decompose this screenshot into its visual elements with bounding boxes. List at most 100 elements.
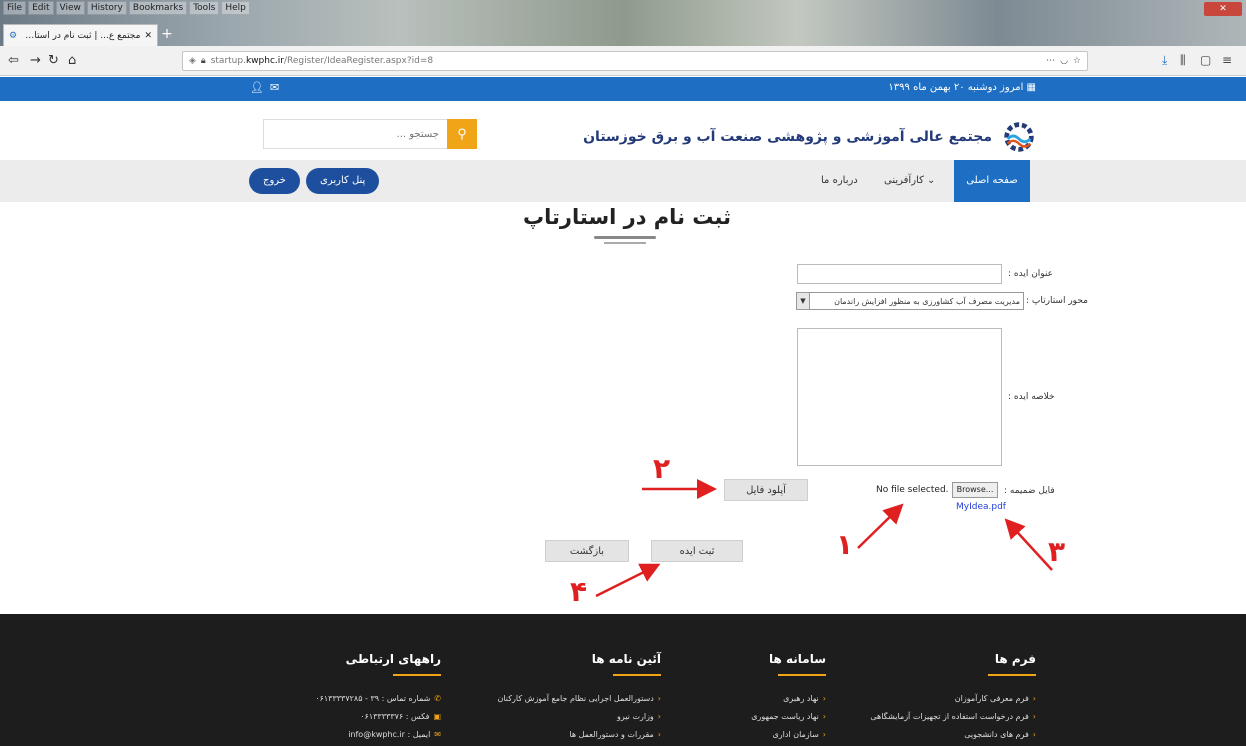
footer-phone: ✆شماره تماس : ۳۹ - ۰۶۱۳۳۳۳۷۲۸۵ xyxy=(315,694,441,703)
tab-close-icon[interactable]: ✕ xyxy=(144,31,152,41)
tab-title: مجتمع ع... | ثبت نام در استارتاپ xyxy=(21,30,141,41)
arrow-4 xyxy=(595,563,661,598)
footer-link[interactable]: ‹مقررات و دستورالعمل ها xyxy=(451,726,661,744)
browser-chrome: File Edit View History Bookmarks Tools H… xyxy=(0,0,1246,76)
tab-favicon-icon: ⚙ xyxy=(9,30,18,41)
footer-systems-title: سامانه ها xyxy=(768,652,826,666)
footer-link[interactable]: ‹وزارت نیرو xyxy=(451,708,661,726)
topbar-icons: 👤︎✉ xyxy=(250,81,285,94)
menu-tools[interactable]: Tools xyxy=(189,1,220,15)
footer-link[interactable]: ‹نهاد ریاست جمهوری xyxy=(676,708,826,726)
user-icon[interactable]: 👤︎ xyxy=(250,81,270,94)
footer-rules-title: آئین نامه ها xyxy=(591,652,661,666)
window-close-button[interactable]: ✕ xyxy=(1204,2,1242,16)
footer-email[interactable]: ✉ایمیل : info@kwphc.ir xyxy=(251,726,441,744)
annotation-number-1: ۱ xyxy=(836,528,854,561)
main-nav: صفحه اصلی کارآفرینی ⌄ درباره ما پنل کارب… xyxy=(0,160,1246,202)
annotation-number-3: ۳ xyxy=(1048,535,1066,568)
reload-icon[interactable]: ↻ xyxy=(48,53,59,69)
browse-file-button[interactable]: Browse... xyxy=(952,482,998,498)
sidebar-icon[interactable]: ▢ xyxy=(1200,53,1211,67)
mail-icon: ✉ xyxy=(434,730,441,739)
footer-fax: ▣فکس : ۰۶۱۳۳۳۳۳۷۶ xyxy=(360,712,441,721)
back-button[interactable]: بازگشت xyxy=(545,540,629,562)
calendar-icon: ▦ xyxy=(1026,82,1036,93)
footer-link[interactable]: ‹فرم درخواست استفاده از تجهیزات آزمایشگا… xyxy=(836,708,1036,726)
search-icon: ⚲ xyxy=(457,126,467,141)
navigation-bar: ⇦ → ↻ ⌂ ◈ 🔒︎ startup.kwphc.ir/Register/I… xyxy=(0,46,1246,76)
search-input[interactable] xyxy=(263,119,447,149)
pocket-icon[interactable]: ◡ xyxy=(1060,56,1068,66)
title-divider xyxy=(604,242,646,244)
footer-link[interactable]: ‹سازمان اداری xyxy=(676,726,826,744)
idea-title-input[interactable] xyxy=(797,264,1002,284)
nav-entrepreneurship[interactable]: کارآفرینی ⌄ xyxy=(884,160,935,202)
footer-rules: آئین نامه ها ‹دستورالعمل اجرایی نظام جام… xyxy=(451,652,661,744)
page-title: ثبت نام در استارتاپ xyxy=(523,205,731,229)
browser-tab[interactable]: ⚙ مجتمع ع... | ثبت نام در استارتاپ ✕ xyxy=(3,24,158,46)
page-actions-icon[interactable]: ⋯ xyxy=(1046,56,1055,66)
footer-contact-title: راههای ارتباطی xyxy=(345,652,441,666)
fax-icon: ▣ xyxy=(433,712,441,721)
footer-divider xyxy=(778,674,826,676)
menu-file[interactable]: File xyxy=(3,1,27,15)
site-name: مجتمع عالی آموزشی و پژوهشی صنعت آب و برق… xyxy=(583,129,992,145)
menu-help[interactable]: Help xyxy=(221,1,250,15)
menu-bookmarks[interactable]: Bookmarks xyxy=(128,1,188,15)
site-footer: فرم ها ‹فرم معرفی کارآموزان ‹فرم درخواست… xyxy=(0,614,1246,746)
new-tab-icon[interactable]: + xyxy=(160,26,174,42)
nav-home[interactable]: صفحه اصلی xyxy=(954,160,1030,202)
menu-icon[interactable]: ≡ xyxy=(1222,53,1232,67)
browser-menu-bar: File Edit View History Bookmarks Tools H… xyxy=(0,0,253,16)
file-status: No file selected. xyxy=(876,485,949,495)
back-arrow-icon[interactable]: ⇦ xyxy=(8,53,19,69)
phone-icon: ✆ xyxy=(434,694,441,703)
menu-view[interactable]: View xyxy=(55,1,85,15)
chevron-down-icon: ⌄ xyxy=(927,175,936,186)
url-bar[interactable]: ◈ 🔒︎ startup.kwphc.ir/Register/IdeaRegis… xyxy=(182,51,1088,71)
footer-link[interactable]: ‹فرم های دانشجویی xyxy=(836,726,1036,744)
mail-icon[interactable]: ✉ xyxy=(270,81,285,94)
menu-history[interactable]: History xyxy=(86,1,127,15)
footer-link[interactable]: ‹نهاد رهبری xyxy=(676,690,826,708)
menu-edit[interactable]: Edit xyxy=(28,1,54,15)
home-icon[interactable]: ⌂ xyxy=(68,53,76,69)
library-icon[interactable]: ⫼ xyxy=(1180,53,1186,68)
search-button[interactable]: ⚲ xyxy=(447,119,477,149)
url-text: startup.kwphc.ir/Register/IdeaRegister.a… xyxy=(210,56,434,66)
topbar-date: ▦ امروز دوشنبه ۲۰ بهمن ماه ۱۳۹۹ xyxy=(888,82,1036,93)
download-icon[interactable]: ⤓ xyxy=(1162,53,1167,68)
attachment-label: فایل ضمیمه : xyxy=(1004,486,1055,496)
annotation-number-2: ۲ xyxy=(653,452,671,485)
footer-divider xyxy=(613,674,661,676)
axis-label: محور استارتاپ : xyxy=(1026,296,1088,306)
arrow-1 xyxy=(857,503,904,549)
startup-axis-select[interactable]: ▼ مدیریت مصرف آب کشاورزی به منظور افزایش… xyxy=(796,292,1024,310)
bookmark-star-icon[interactable]: ☆ xyxy=(1073,56,1081,66)
idea-summary-textarea[interactable] xyxy=(797,328,1002,466)
logo-gear-icon xyxy=(1004,122,1034,152)
footer-contact: راههای ارتباطی ✆شماره تماس : ۳۹ - ۰۶۱۳۳۳… xyxy=(251,652,441,744)
user-panel-button[interactable]: پنل کاربری xyxy=(306,168,380,194)
annotation-number-4: ۴ xyxy=(570,575,588,608)
forward-arrow-icon[interactable]: → xyxy=(30,53,41,69)
footer-forms-title: فرم ها xyxy=(994,652,1036,666)
footer-divider xyxy=(393,674,441,676)
chevron-down-icon: ▼ xyxy=(797,293,810,309)
footer-forms: فرم ها ‹فرم معرفی کارآموزان ‹فرم درخواست… xyxy=(836,652,1036,744)
lock-icon: 🔒︎ xyxy=(200,56,206,66)
nav-about[interactable]: درباره ما xyxy=(821,160,858,202)
upload-file-button[interactable]: آپلود فایل xyxy=(724,479,808,501)
site-logo[interactable]: مجتمع عالی آموزشی و پژوهشی صنعت آب و برق… xyxy=(583,118,1038,156)
uploaded-file-link[interactable]: MyIdea.pdf xyxy=(956,502,1006,512)
footer-systems: سامانه ها ‹نهاد رهبری ‹نهاد ریاست جمهوری… xyxy=(676,652,826,744)
arrow-3 xyxy=(1004,518,1053,571)
submit-idea-button[interactable]: ثبت ایده xyxy=(651,540,743,562)
title-divider xyxy=(594,236,656,239)
site-topbar: 👤︎✉ ▦ امروز دوشنبه ۲۰ بهمن ماه ۱۳۹۹ xyxy=(0,77,1246,101)
footer-link[interactable]: ‹دستورالعمل اجرایی نظام جامع آموزش کارکن… xyxy=(451,690,661,708)
shield-icon: ◈ xyxy=(189,56,196,66)
footer-link[interactable]: ‹فرم معرفی کارآموزان xyxy=(836,690,1036,708)
summary-label: خلاصه ایده : xyxy=(1008,392,1055,402)
logout-button[interactable]: خروج xyxy=(249,168,300,194)
